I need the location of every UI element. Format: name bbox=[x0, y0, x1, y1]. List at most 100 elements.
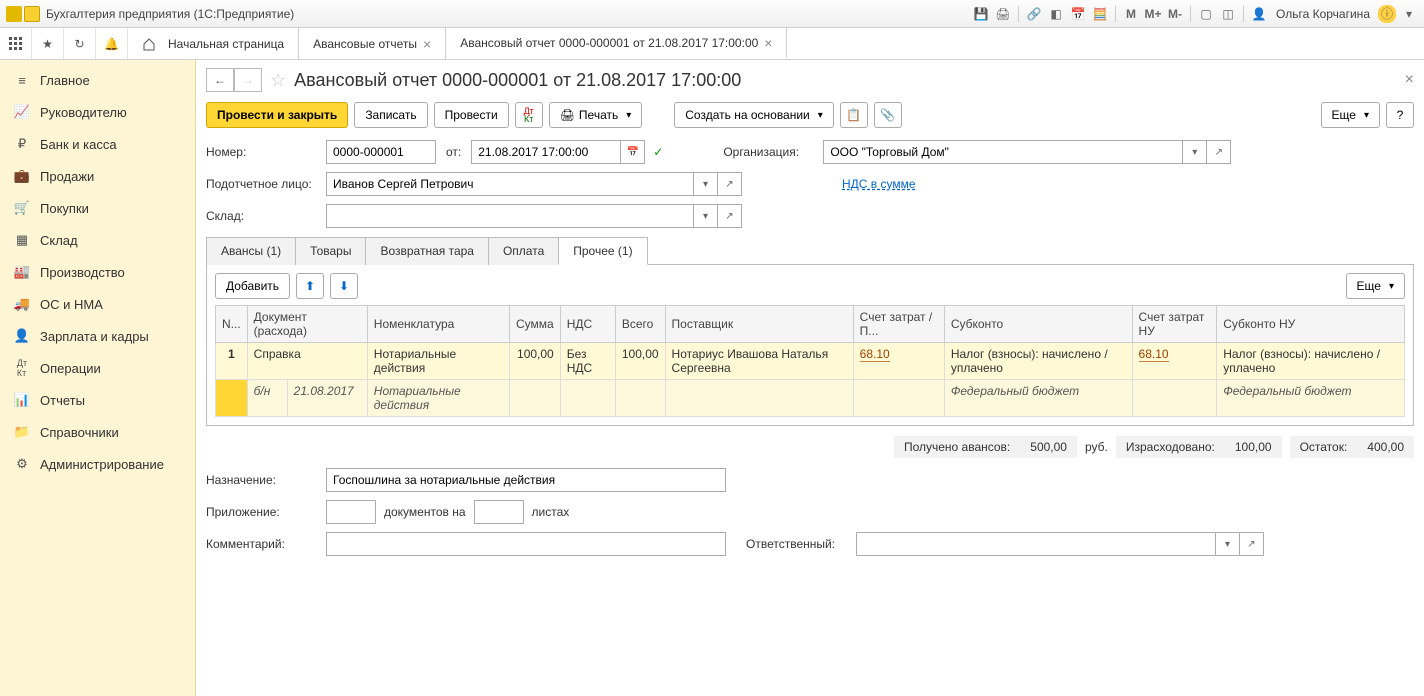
col-total[interactable]: Всего bbox=[615, 306, 665, 343]
app-menu-dropdown[interactable] bbox=[24, 6, 40, 22]
attach-button[interactable]: 📎 bbox=[874, 102, 902, 128]
open-icon[interactable]: ↗ bbox=[1207, 140, 1231, 164]
close-icon[interactable]: × bbox=[423, 36, 431, 52]
user-name[interactable]: Ольга Корчагина bbox=[1272, 7, 1374, 21]
col-n[interactable]: N... bbox=[216, 306, 248, 343]
print-button[interactable]: 🖨Печать bbox=[549, 102, 643, 128]
panel-icon[interactable]: ◫ bbox=[1219, 5, 1237, 23]
post-button[interactable]: Провести bbox=[434, 102, 509, 128]
tab-home[interactable]: Начальная страница bbox=[128, 28, 299, 59]
expense-grid[interactable]: N... Документ (расхода) Номенклатура Сум… bbox=[215, 305, 1405, 417]
vat-mode-link[interactable]: НДС в сумме bbox=[842, 177, 916, 191]
more-button[interactable]: Еще bbox=[1321, 102, 1380, 128]
window-icon[interactable]: ▢ bbox=[1197, 5, 1215, 23]
cell-sum[interactable]: 100,00 bbox=[510, 343, 561, 380]
sidebar-item-bank[interactable]: ₽Банк и касса bbox=[0, 128, 195, 160]
cell-n[interactable]: 1 bbox=[216, 343, 248, 380]
calendar-icon[interactable]: 📅 bbox=[1069, 5, 1087, 23]
col-supplier[interactable]: Поставщик bbox=[665, 306, 853, 343]
sidebar-item-salary[interactable]: 👤Зарплата и кадры bbox=[0, 320, 195, 352]
col-subk[interactable]: Субконто bbox=[944, 306, 1132, 343]
close-document-button[interactable]: × bbox=[1405, 71, 1414, 89]
print-icon[interactable]: 🖨 bbox=[994, 5, 1012, 23]
dropdown-icon[interactable]: ▾ bbox=[1216, 532, 1240, 556]
date-input[interactable] bbox=[471, 140, 621, 164]
cell-acct-nu[interactable]: 68.10 bbox=[1132, 343, 1217, 380]
dtab-payment[interactable]: Оплата bbox=[488, 237, 559, 265]
calculator-icon[interactable]: 🧮 bbox=[1091, 5, 1109, 23]
dropdown-icon[interactable]: ▾ bbox=[694, 204, 718, 228]
col-doc[interactable]: Документ (расхода) bbox=[247, 306, 367, 343]
post-and-close-button[interactable]: Провести и закрыть bbox=[206, 102, 348, 128]
sidebar-item-sales[interactable]: 💼Продажи bbox=[0, 160, 195, 192]
col-sum[interactable]: Сумма bbox=[510, 306, 561, 343]
dtab-returnable[interactable]: Возвратная тара bbox=[365, 237, 489, 265]
link-icon[interactable]: 🔗 bbox=[1025, 5, 1043, 23]
move-down-button[interactable]: ⬇ bbox=[330, 273, 358, 299]
favorite-star-icon[interactable]: ☆ bbox=[270, 70, 286, 91]
col-subk-nu[interactable]: Субконто НУ bbox=[1217, 306, 1405, 343]
dropdown-icon[interactable]: ▾ bbox=[694, 172, 718, 196]
tab-document-active[interactable]: Авансовый отчет 0000-000001 от 21.08.201… bbox=[446, 28, 787, 59]
create-based-button[interactable]: Создать на основании bbox=[674, 102, 834, 128]
history-icon[interactable]: ↻ bbox=[64, 28, 96, 59]
org-input[interactable] bbox=[823, 140, 1183, 164]
cell-n-sub[interactable] bbox=[216, 380, 248, 417]
dropdown-icon[interactable]: ▾ bbox=[1183, 140, 1207, 164]
dk-movements-button[interactable]: ДтКт bbox=[515, 102, 543, 128]
cell-subk-sub[interactable]: Федеральный бюджет bbox=[944, 380, 1132, 417]
cell-total[interactable]: 100,00 bbox=[615, 343, 665, 380]
col-vat[interactable]: НДС bbox=[560, 306, 615, 343]
col-acct[interactable]: Счет затрат / П... bbox=[853, 306, 944, 343]
cell-supplier[interactable]: Нотариус Ивашова Наталья Сергеевна bbox=[665, 343, 853, 380]
cell-acct[interactable]: 68.10 bbox=[853, 343, 944, 380]
compare-icon[interactable]: ◧ bbox=[1047, 5, 1065, 23]
attach-docs-input[interactable] bbox=[326, 500, 376, 524]
grid-more-button[interactable]: Еще bbox=[1346, 273, 1405, 299]
dtab-advances[interactable]: Авансы (1) bbox=[206, 237, 296, 265]
col-acct-nu[interactable]: Счет затрат НУ bbox=[1132, 306, 1217, 343]
sidebar-item-operations[interactable]: ДтКтОперации bbox=[0, 352, 195, 384]
calendar-picker-icon[interactable]: 📅 bbox=[621, 140, 645, 164]
cell-subk[interactable]: Налог (взносы): начислено / уплачено bbox=[944, 343, 1132, 380]
sidebar-item-purchases[interactable]: 🛒Покупки bbox=[0, 192, 195, 224]
person-input[interactable] bbox=[326, 172, 694, 196]
dropdown-icon[interactable]: ▾ bbox=[1400, 5, 1418, 23]
sidebar-item-main[interactable]: ≡Главное bbox=[0, 64, 195, 96]
sidebar-item-catalogs[interactable]: 📁Справочники bbox=[0, 416, 195, 448]
info-icon[interactable]: ⓘ bbox=[1378, 5, 1396, 23]
sidebar-item-warehouse[interactable]: ▦Склад bbox=[0, 224, 195, 256]
cell-docdate[interactable]: 21.08.2017 bbox=[287, 380, 367, 417]
sidebar-item-manager[interactable]: 📈Руководителю bbox=[0, 96, 195, 128]
close-icon[interactable]: × bbox=[764, 35, 772, 51]
help-button[interactable]: ? bbox=[1386, 102, 1414, 128]
m-plus-button[interactable]: M+ bbox=[1144, 5, 1162, 23]
purpose-input[interactable] bbox=[326, 468, 726, 492]
col-nom[interactable]: Номенклатура bbox=[367, 306, 509, 343]
sidebar-item-admin[interactable]: ⚙Администрирование bbox=[0, 448, 195, 480]
responsible-input[interactable] bbox=[856, 532, 1216, 556]
cell-vat[interactable]: Без НДС bbox=[560, 343, 615, 380]
open-icon[interactable]: ↗ bbox=[1240, 532, 1264, 556]
tab-advance-reports[interactable]: Авансовые отчеты × bbox=[299, 28, 446, 59]
open-icon[interactable]: ↗ bbox=[718, 204, 742, 228]
m-button[interactable]: M bbox=[1122, 5, 1140, 23]
attach-sheets-input[interactable] bbox=[474, 500, 524, 524]
write-button[interactable]: Записать bbox=[354, 102, 427, 128]
open-icon[interactable]: ↗ bbox=[718, 172, 742, 196]
comment-input[interactable] bbox=[326, 532, 726, 556]
cell-nom-sub[interactable]: Нотариальные действия bbox=[367, 380, 509, 417]
cell-doc[interactable]: Справка bbox=[247, 343, 367, 380]
cell-nom[interactable]: Нотариальные действия bbox=[367, 343, 509, 380]
cell-docno[interactable]: б/н bbox=[247, 380, 287, 417]
structure-button[interactable]: 📋 bbox=[840, 102, 868, 128]
apps-grid-icon[interactable] bbox=[0, 28, 32, 59]
m-minus-button[interactable]: M- bbox=[1166, 5, 1184, 23]
save-icon[interactable]: 💾 bbox=[972, 5, 990, 23]
grid-subrow[interactable]: б/н 21.08.2017 Нотариальные действия Фед… bbox=[216, 380, 1405, 417]
add-row-button[interactable]: Добавить bbox=[215, 273, 290, 299]
number-input[interactable] bbox=[326, 140, 436, 164]
sidebar-item-assets[interactable]: 🚚ОС и НМА bbox=[0, 288, 195, 320]
warehouse-input[interactable] bbox=[326, 204, 694, 228]
sidebar-item-reports[interactable]: 📊Отчеты bbox=[0, 384, 195, 416]
